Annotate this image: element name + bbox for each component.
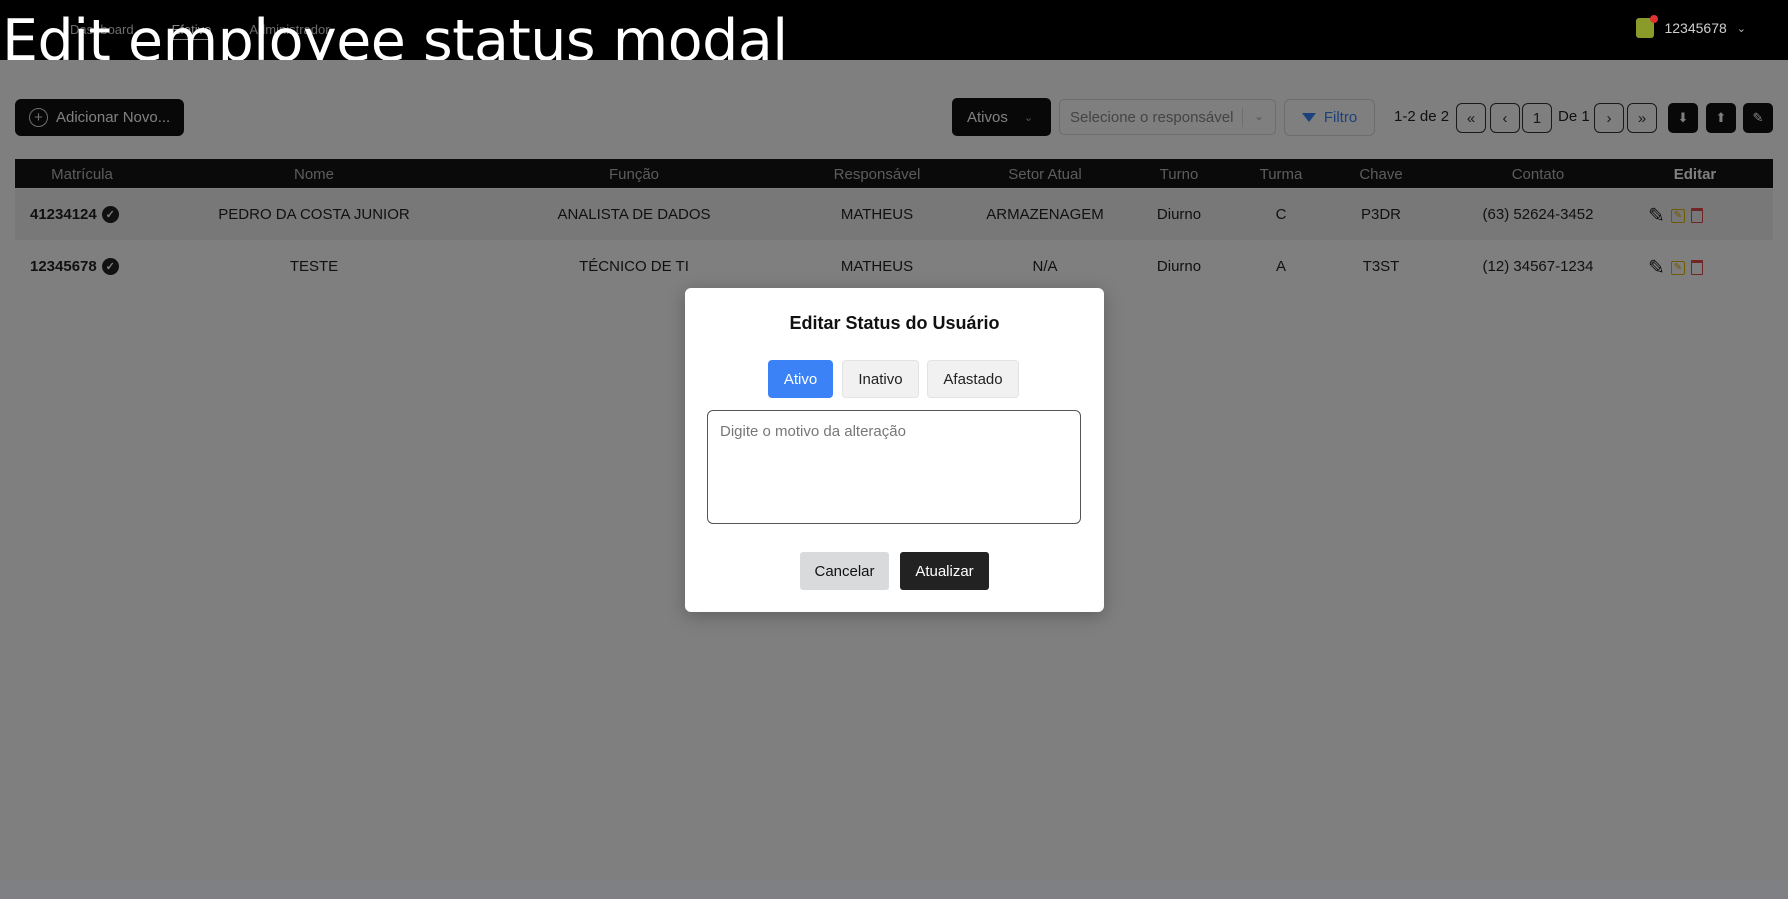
user-id: 12345678 — [1664, 20, 1727, 36]
cancel-button[interactable]: Cancelar — [800, 552, 889, 590]
update-button[interactable]: Atualizar — [900, 552, 989, 590]
chevron-down-icon: ⌄ — [1736, 22, 1746, 35]
status-option-ativo[interactable]: Ativo — [768, 360, 833, 398]
avatar-icon — [1636, 15, 1659, 38]
reason-textarea[interactable] — [707, 410, 1081, 524]
edit-status-modal: Editar Status do Usuário Ativo Inativo A… — [685, 288, 1104, 612]
status-option-afastado[interactable]: Afastado — [927, 360, 1019, 398]
status-option-inativo[interactable]: Inativo — [842, 360, 919, 398]
footer-strip — [0, 880, 1788, 899]
modal-title: Editar Status do Usuário — [789, 313, 1000, 333]
top-navbar: Dashboard Efetivo Administrador Edit emp… — [0, 0, 1788, 74]
user-menu[interactable]: 12345678 ⌄ — [1636, 15, 1746, 38]
